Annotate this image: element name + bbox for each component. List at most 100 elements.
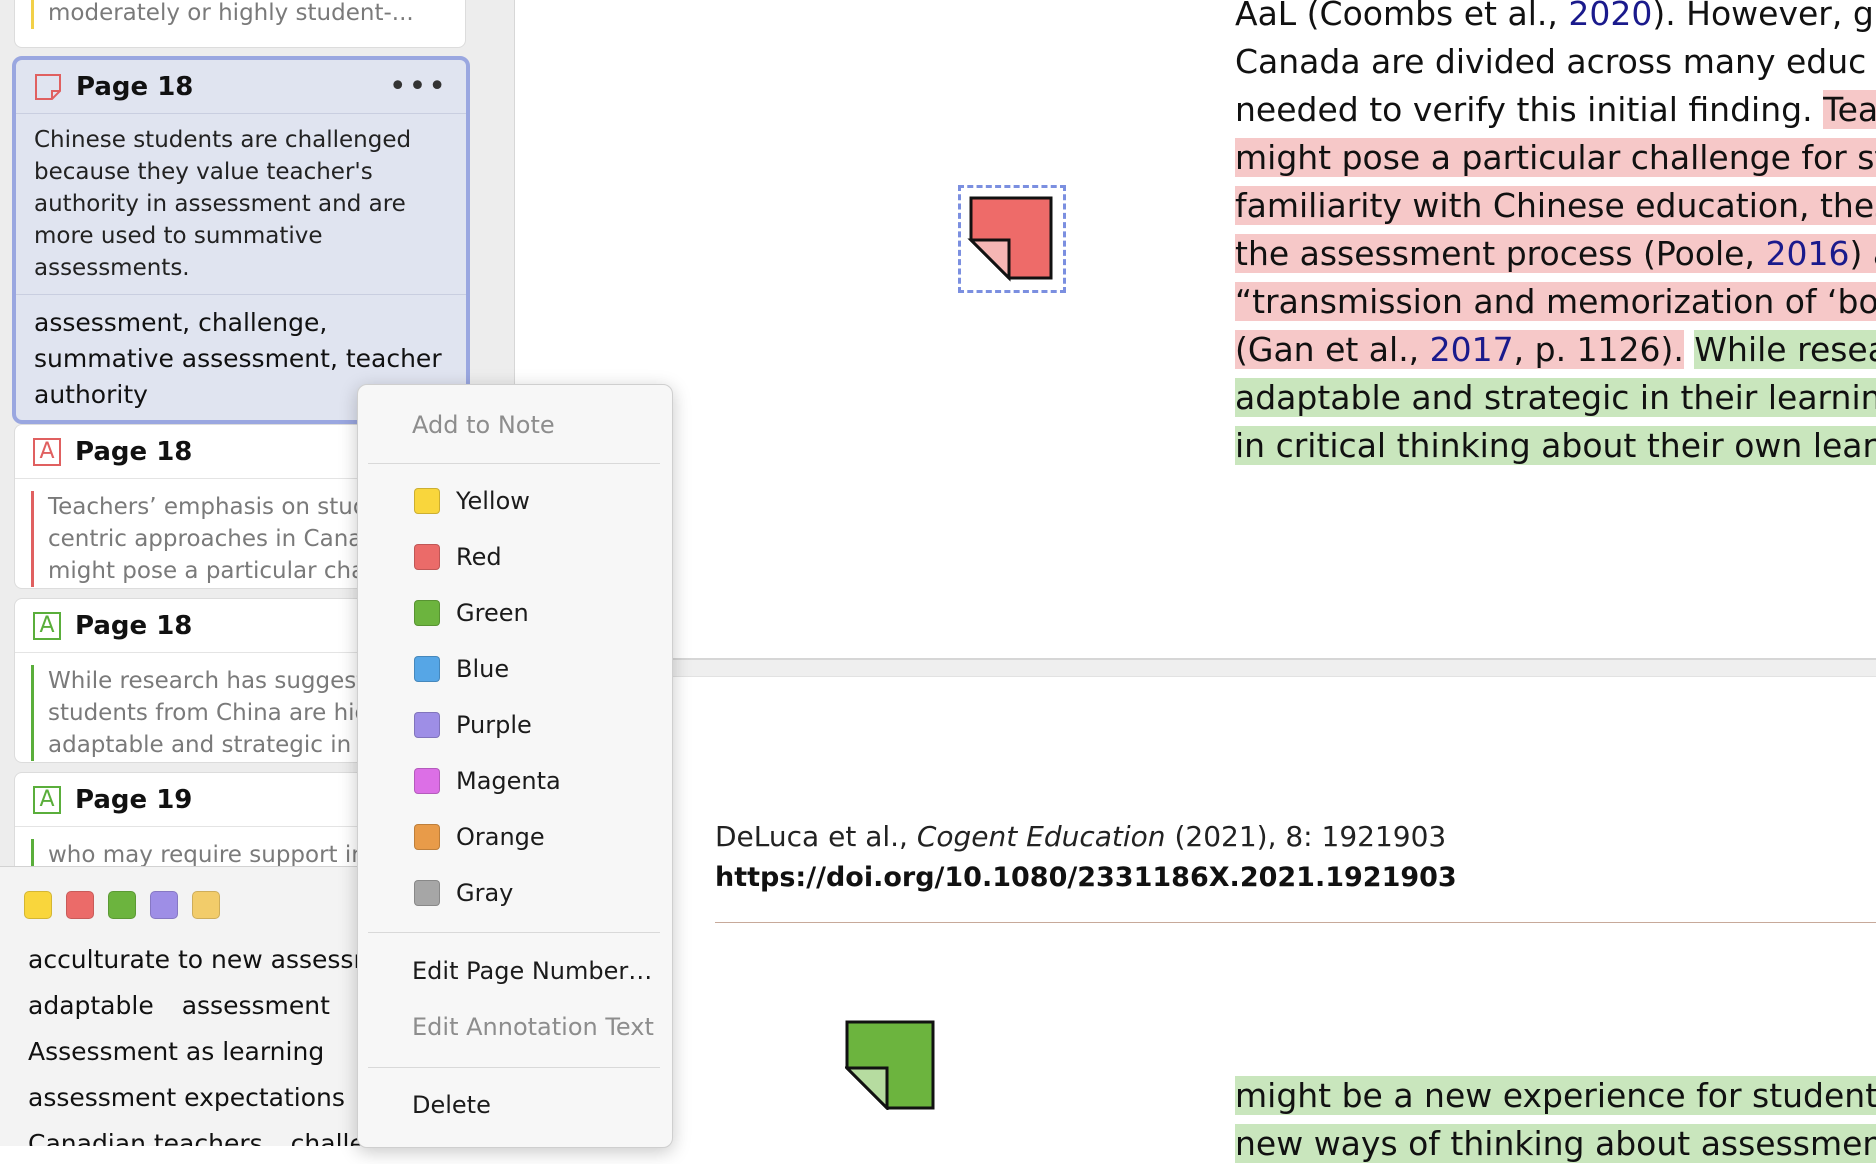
color-swatch (414, 600, 440, 626)
color-swatch[interactable] (150, 891, 178, 919)
color-swatch (414, 824, 440, 850)
tag-item[interactable]: adaptable (28, 991, 154, 1020)
color-gray-item[interactable]: Gray (414, 879, 513, 907)
document-text-line: might pose a particular challenge for st… (1235, 138, 1876, 178)
color-yellow-item[interactable]: Yellow (414, 487, 530, 515)
color-swatch[interactable] (192, 891, 220, 919)
edit-annotation-text-item[interactable]: Edit Annotation Text (412, 1013, 654, 1041)
green-highlight[interactable]: While resea (1694, 330, 1876, 369)
menu-separator (368, 1067, 660, 1068)
annotation-comment[interactable]: Chinese students are challenged because … (16, 114, 466, 294)
color-swatch (414, 488, 440, 514)
page-citation-header: DeLuca et al., Cogent Education (2021), … (715, 820, 1446, 853)
highlight-icon: A (33, 785, 61, 814)
menu-separator (368, 932, 660, 933)
green-highlight[interactable]: new ways of thinking about assessment’s (1235, 1124, 1876, 1163)
document-text-line: might be a new experience for students (1235, 1076, 1876, 1116)
highlight-icon: A (33, 437, 61, 466)
color-orange-item[interactable]: Orange (414, 823, 545, 851)
document-text-line: adaptable and strategic in their learnin… (1235, 378, 1876, 418)
delete-item[interactable]: Delete (412, 1091, 491, 1119)
document-text-line: familiarity with Chinese education, thes… (1235, 186, 1876, 226)
red-highlight[interactable]: ) an (1849, 234, 1876, 273)
header-rule (715, 922, 1876, 923)
menu-item-label: Purple (456, 711, 532, 739)
tag-item[interactable]: assessment (182, 991, 330, 1020)
color-swatch (414, 880, 440, 906)
menu-item-label: Gray (456, 879, 514, 907)
red-highlight[interactable]: might pose a particular challenge for st… (1235, 138, 1876, 177)
color-swatch[interactable] (24, 891, 52, 919)
citation-link[interactable]: 2017 (1429, 330, 1514, 369)
menu-item-label: Blue (456, 655, 510, 683)
citation-journal: Cogent Education (916, 820, 1166, 853)
red-highlight[interactable]: “transmission and memorization of ‘book (1235, 282, 1876, 321)
selected-note-annotation[interactable] (958, 185, 1066, 293)
annotation-page-label: Page 18 (76, 71, 194, 102)
color-red-item[interactable]: Red (414, 543, 502, 571)
annotation-quote-text: moderately or highly student-... (48, 0, 414, 26)
citation-volume: (2021), 8: 1921903 (1165, 820, 1447, 853)
color-swatch[interactable] (66, 891, 94, 919)
document-text-line: “transmission and memorization of ‘book (1235, 282, 1876, 322)
add-to-note-item[interactable]: Add to Note (412, 411, 555, 439)
color-magenta-item[interactable]: Magenta (414, 767, 561, 795)
document-text-line: Canada are divided across many educ (1235, 42, 1866, 82)
green-highlight[interactable]: might be a new experience for students (1235, 1076, 1876, 1115)
color-blue-item[interactable]: Blue (414, 655, 509, 683)
menu-separator (368, 463, 660, 464)
edit-page-number-item[interactable]: Edit Page Number… (412, 957, 652, 985)
menu-item-label: Red (456, 543, 502, 571)
annotation-page-label: Page 18 (75, 436, 193, 467)
text-run: needed to verify this initial finding. (1235, 90, 1824, 129)
red-highlight[interactable]: familiarity with Chinese education, thes… (1235, 186, 1876, 225)
doi-link[interactable]: https://doi.org/10.1080/2331186X.2021.19… (715, 862, 1457, 893)
tag-item[interactable]: Assessment as learning (28, 1037, 324, 1066)
pdf-viewer[interactable]: AaL (Coombs et al., 2020). However, give… (515, 0, 1876, 1163)
document-text-line: the assessment process (Poole, 2016) an (1235, 234, 1876, 274)
green-highlight[interactable]: adaptable and strategic in their learnin… (1235, 378, 1876, 417)
annotation-quote: moderately or highly student-... (31, 0, 447, 29)
color-green-item[interactable]: Green (414, 599, 529, 627)
document-text-line: AaL (Coombs et al., 2020). However, give (1235, 0, 1876, 34)
color-swatch (414, 656, 440, 682)
color-swatch[interactable] (108, 891, 136, 919)
annotation-card[interactable]: moderately or highly student-... (14, 0, 466, 48)
color-swatch (414, 768, 440, 794)
green-highlight[interactable]: in critical thinking about their own lea… (1235, 426, 1876, 465)
document-text-line: new ways of thinking about assessment’s (1235, 1124, 1876, 1164)
context-menu: Add to Note Yellow Red Green Blue Purple… (357, 384, 673, 1148)
text-run (1684, 330, 1695, 369)
red-highlight[interactable]: the assessment process (Poole, (1235, 234, 1766, 273)
citation-link[interactable]: 2016 (1765, 234, 1850, 273)
note-icon (34, 73, 62, 101)
color-swatch (414, 544, 440, 570)
red-highlight[interactable]: (Gan et al., (1235, 330, 1430, 369)
color-filter-swatches (24, 891, 220, 919)
citation-authors: DeLuca et al., (715, 820, 917, 853)
tag-item[interactable]: acculturate to new assessm (28, 945, 378, 974)
menu-item-label: Magenta (456, 767, 561, 795)
color-purple-item[interactable]: Purple (414, 711, 532, 739)
red-highlight[interactable]: , p. 1126). (1513, 330, 1684, 369)
red-highlight[interactable]: Teach (1823, 90, 1876, 129)
color-swatch (414, 712, 440, 738)
document-text-line: needed to verify this initial finding. T… (1235, 90, 1876, 130)
menu-item-label: Orange (456, 823, 545, 851)
menu-item-label: Green (456, 599, 529, 627)
note-icon (969, 196, 1053, 280)
page-break (515, 658, 1876, 677)
note-annotation[interactable] (843, 1020, 935, 1112)
tag-item[interactable]: Canadian teachers (28, 1129, 263, 1146)
tag-item[interactable]: assessment expectations (28, 1083, 345, 1112)
annotation-card-selected[interactable]: Page 18 ••• Chinese students are challen… (12, 56, 470, 424)
more-options-icon[interactable]: ••• (389, 71, 448, 102)
annotation-page-label: Page 18 (75, 610, 193, 641)
highlight-icon: A (33, 611, 61, 640)
citation-link[interactable]: 2020 (1568, 0, 1652, 33)
text-run: ). However, give (1652, 0, 1876, 33)
document-text-line: in critical thinking about their own lea… (1235, 426, 1876, 466)
note-icon (845, 1020, 935, 1110)
annotation-page-label: Page 19 (75, 784, 193, 815)
document-text-line: (Gan et al., 2017, p. 1126). While resea (1235, 330, 1876, 370)
